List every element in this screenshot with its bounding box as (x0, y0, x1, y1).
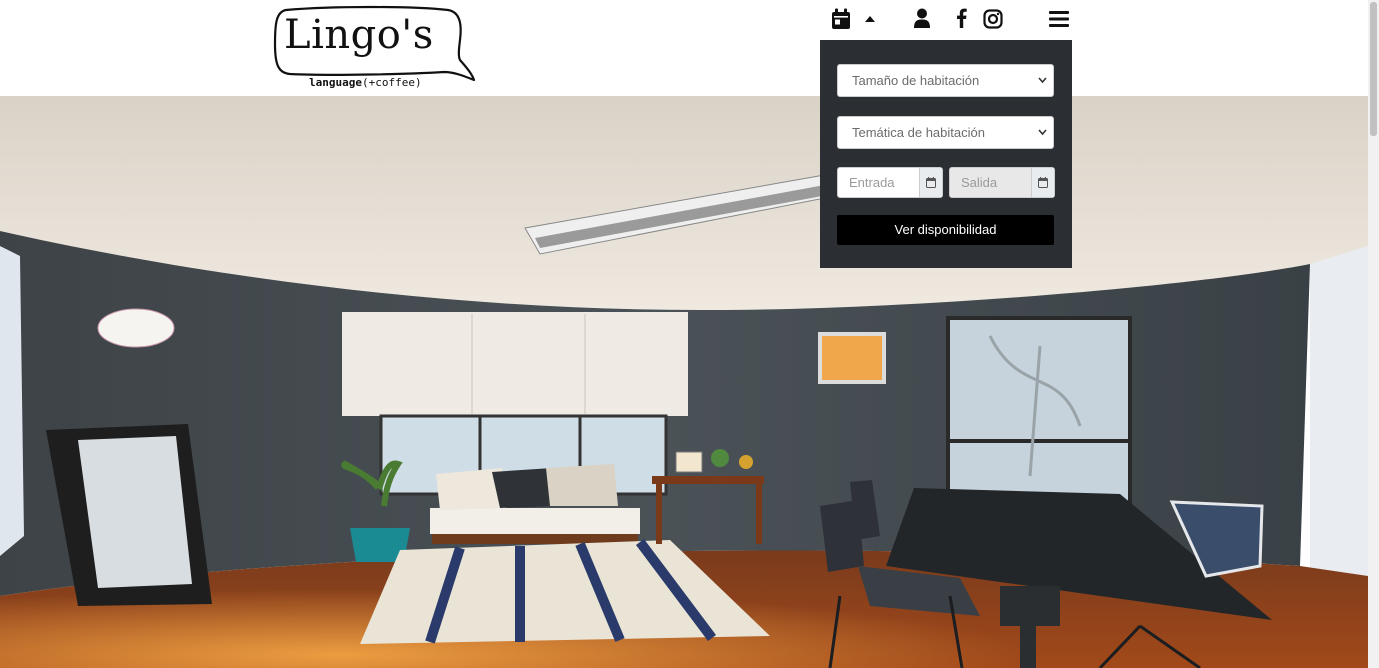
page-scrollbar[interactable] (1368, 0, 1379, 668)
chevron-down-icon (1038, 117, 1047, 161)
instagram-icon[interactable] (981, 7, 1005, 31)
check-availability-button[interactable]: Ver disponibilidad (837, 215, 1054, 245)
hero-room-image (0, 96, 1368, 668)
checkout-date-field[interactable]: Salida (949, 167, 1055, 198)
checkin-calendar-icon[interactable] (919, 168, 942, 197)
brand-name: Lingo's (284, 12, 434, 58)
scrollbar-thumb[interactable] (1370, 2, 1377, 136)
checkout-placeholder: Salida (961, 175, 998, 190)
facebook-icon[interactable] (952, 7, 970, 29)
calendar-icon[interactable] (830, 7, 852, 31)
caret-up-icon[interactable] (862, 13, 878, 25)
brand-logo[interactable]: Lingo's language(+coffee) (272, 4, 478, 90)
room-size-select-value: Tamaño de habitación (852, 73, 980, 88)
room-theme-select[interactable]: Temática de habitación (837, 116, 1054, 149)
tagline-bold: language (309, 76, 362, 89)
menu-icon[interactable] (1047, 9, 1071, 29)
room-size-select[interactable]: Tamaño de habitación (837, 64, 1054, 97)
site-header: Lingo's language(+coffee) (0, 0, 1368, 96)
room-theme-select-value: Temática de habitación (852, 125, 985, 140)
user-icon[interactable] (911, 7, 933, 29)
checkin-date-field[interactable]: Entrada (837, 167, 943, 198)
chevron-down-icon (1038, 65, 1047, 109)
tagline-rest: (+coffee) (361, 76, 422, 89)
checkout-calendar-icon[interactable] (1031, 168, 1054, 197)
checkin-placeholder: Entrada (849, 175, 895, 190)
brand-tagline: language(+coffee) (309, 76, 422, 89)
booking-dropdown: Tamaño de habitación Temática de habitac… (820, 40, 1072, 268)
